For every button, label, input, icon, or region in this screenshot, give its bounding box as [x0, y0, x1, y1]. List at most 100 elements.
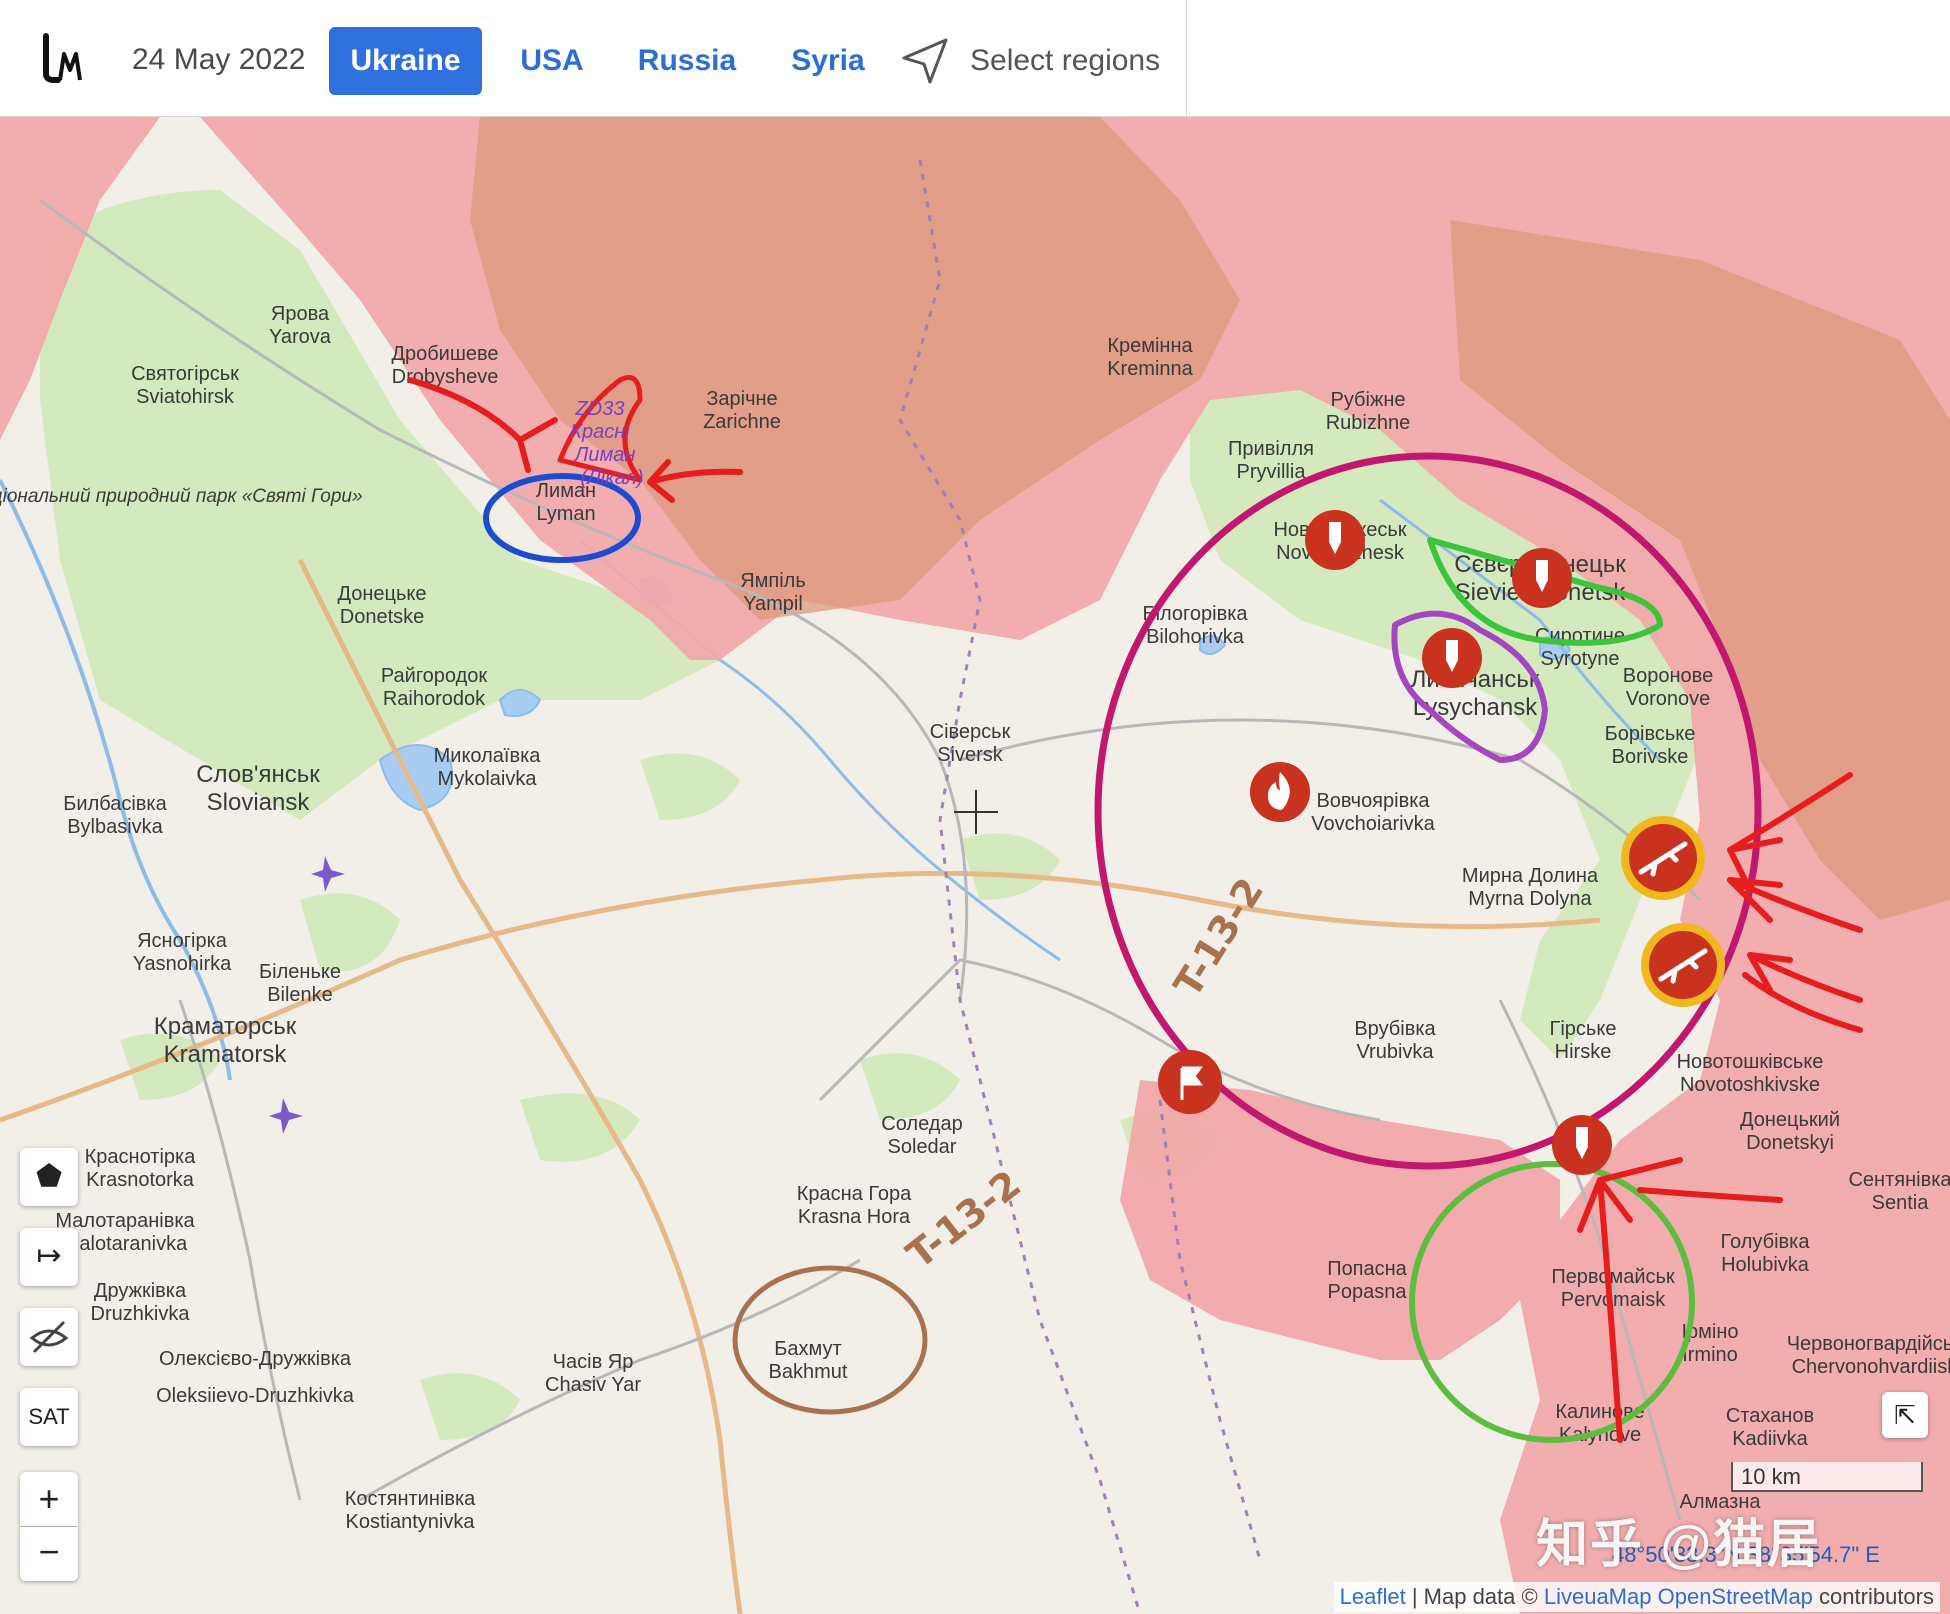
place-label-en: Siversk: [937, 744, 1004, 766]
place-label-en: Soledar: [888, 1136, 957, 1158]
place-label-uk: Воронове: [1623, 665, 1713, 687]
place-label-en: Pryvillia: [1237, 461, 1307, 483]
satellite-toggle-button[interactable]: SAT: [20, 1388, 78, 1446]
header-divider: [1186, 0, 1187, 116]
arrow-right-bar-icon: ↦: [36, 1239, 62, 1272]
place-label-en: Krasnotorka: [86, 1169, 195, 1191]
svg-text:Красні: Красні: [570, 421, 630, 443]
place-label-en: Malotaranivka: [63, 1233, 188, 1255]
zoom-out-button[interactable]: −: [20, 1527, 78, 1581]
place-label-uk: Миколаївка: [434, 745, 542, 767]
place-label-en: Krasna Hora: [798, 1206, 911, 1228]
place-label-en: Kramatorsk: [164, 1041, 288, 1068]
place-label-en: Irmino: [1682, 1344, 1738, 1366]
fire-marker[interactable]: [1250, 762, 1310, 822]
airstrike-marker[interactable]: [1305, 510, 1365, 570]
place-label-en: Kadiivka: [1732, 1428, 1808, 1450]
eye-off-icon: [29, 1320, 69, 1354]
tab-syria[interactable]: Syria: [780, 27, 876, 95]
place-label-en: Bilenke: [267, 984, 333, 1006]
place-label-uk: Билбасівка: [63, 793, 167, 815]
tab-ukraine[interactable]: Ukraine: [329, 27, 482, 95]
osm-link[interactable]: OpenStreetMap: [1658, 1584, 1813, 1609]
place-label-uk: Дружківка: [94, 1280, 187, 1302]
leaflet-link[interactable]: Leaflet: [1340, 1584, 1406, 1609]
map-layers: ЯроваYarova СвятогірськSviatohirsk Дроби…: [0, 117, 1950, 1614]
place-label-en: Sloviansk: [207, 789, 311, 816]
place-label-uk: Калинове: [1555, 1401, 1644, 1423]
liveuamap-link[interactable]: LiveuaMap: [1544, 1584, 1652, 1609]
place-label-uk: Привілля: [1228, 438, 1314, 460]
place-label-uk: Райгородок: [381, 665, 488, 687]
place-label-uk: Малотаранівка: [55, 1210, 195, 1232]
place-label-uk: Голубівка: [1721, 1231, 1811, 1253]
flag-marker[interactable]: [1158, 1050, 1222, 1114]
navigation-arrow-icon: [902, 38, 948, 84]
place-label-en: Bakhmut: [769, 1361, 848, 1383]
scale-bar: 10 km: [1731, 1462, 1923, 1492]
tab-russia[interactable]: Russia: [628, 27, 746, 95]
airstrike-marker[interactable]: [1422, 628, 1482, 688]
place-label-uk: Ясногірка: [137, 930, 228, 952]
svg-text:ZD33: ZD33: [575, 398, 625, 420]
place-label-en: Chasiv Yar: [545, 1374, 641, 1396]
place-label-en: Yarova: [269, 326, 332, 348]
expand-icon[interactable]: ⇱: [1882, 1392, 1928, 1438]
svg-text:Лиман: Лиман: [573, 444, 636, 466]
place-label-en: Pervomaisk: [1561, 1289, 1666, 1311]
place-label-en: Druzhkivka: [91, 1303, 191, 1325]
place-label-uk: Бахмут: [774, 1338, 841, 1360]
place-label-uk: Зарічне: [706, 388, 777, 410]
place-label-uk: Гірське: [1550, 1018, 1617, 1040]
place-label-en: Myrna Dolyna: [1468, 888, 1592, 910]
select-regions-label: Select regions: [970, 44, 1161, 77]
airstrike-marker[interactable]: [1512, 548, 1572, 608]
place-label-uk: Борівське: [1605, 723, 1696, 745]
place-label-uk: Дробишеве: [391, 343, 498, 365]
airstrike-marker[interactable]: [1552, 1115, 1612, 1175]
place-label-en: Sentia: [1872, 1192, 1930, 1214]
place-label-en: Hirske: [1555, 1041, 1612, 1063]
place-label-uk: Донецький: [1740, 1109, 1840, 1131]
place-label-en: Donetskyi: [1746, 1132, 1834, 1154]
place-label-uk: Вовчоярівка: [1316, 790, 1430, 812]
place-label-en: Syrotyne: [1541, 648, 1620, 670]
place-label-en: Vovchoiarivka: [1311, 813, 1435, 835]
place-label-en: Borivske: [1612, 746, 1689, 768]
place-label-uk: Донецьке: [337, 583, 426, 605]
place-label-park: Національний природний парк «Святі Гори»: [0, 486, 363, 507]
place-label-uk: Сіверськ: [930, 721, 1011, 743]
place-label-en: Raihorodok: [383, 688, 486, 710]
place-label-uk: Новотошківське: [1677, 1051, 1824, 1073]
clash-marker[interactable]: [1621, 816, 1705, 900]
place-label-en: Bilohorivka: [1146, 626, 1245, 648]
clash-marker[interactable]: [1641, 923, 1725, 1007]
place-label-en: Rubizhne: [1326, 412, 1411, 434]
place-label-uk: Святогірськ: [131, 363, 239, 385]
place-label-en: Mykolaivka: [438, 768, 538, 790]
place-label-uk: Біленьке: [259, 961, 341, 983]
measure-distance-button[interactable]: ↦: [20, 1228, 78, 1286]
place-label-uk: Червоногвардійське: [1787, 1333, 1950, 1355]
place-label-uk: Ямпіль: [740, 570, 806, 592]
place-label-en: Kreminna: [1107, 358, 1193, 380]
place-label-en: Yampil: [743, 593, 803, 615]
place-label-uk: Сентянівка: [1848, 1169, 1950, 1191]
map-canvas[interactable]: Ярова Yarova Святогірськ Sviatohirsk Дроби…: [0, 117, 1950, 1614]
draw-polygon-button[interactable]: ⬟: [20, 1148, 78, 1206]
svg-text:(Лiкал): (Лiкал): [580, 467, 643, 489]
zoom-in-button[interactable]: +: [20, 1472, 78, 1526]
place-label-en: Kostiantynivka: [346, 1511, 476, 1533]
place-label-uk: Стаханов: [1726, 1405, 1814, 1427]
tab-usa[interactable]: USA: [510, 27, 594, 95]
liveuamap-logo[interactable]: [40, 30, 92, 86]
contributors-text: contributors: [1819, 1584, 1934, 1609]
place-label-uk: Мирна Долина: [1462, 865, 1599, 887]
hide-markers-button[interactable]: [20, 1308, 78, 1366]
place-label-en: Holubivka: [1721, 1254, 1810, 1276]
place-label-uk: Красна Гора: [797, 1183, 912, 1205]
place-label-uk: Ярова: [271, 303, 330, 325]
pentagon-icon: ⬟: [35, 1160, 63, 1193]
place-label-uk: Рубіжне: [1330, 389, 1405, 411]
place-label-en: Popasna: [1328, 1281, 1408, 1303]
